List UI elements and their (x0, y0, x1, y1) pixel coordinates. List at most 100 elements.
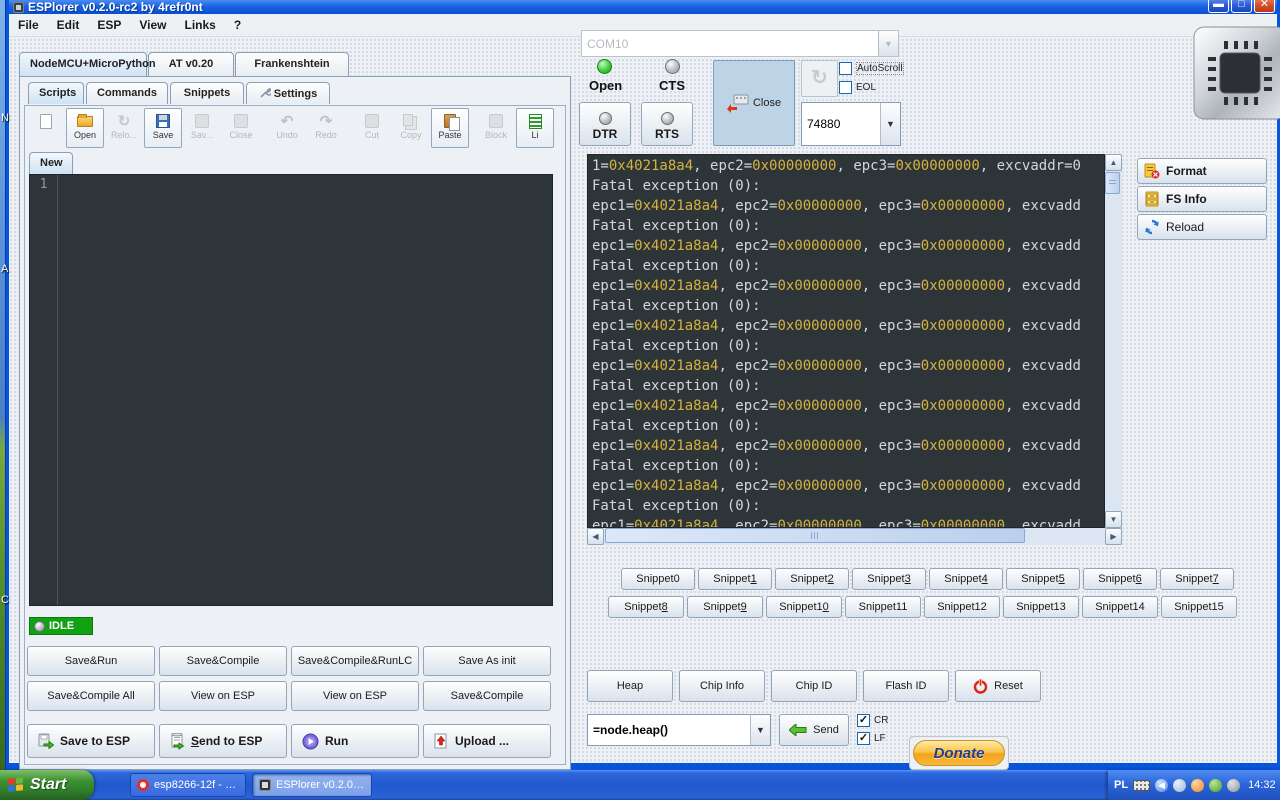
toolbar-paste-button[interactable]: Paste (431, 108, 469, 148)
scroll-right-icon[interactable]: ▶ (1105, 528, 1122, 545)
eol-option[interactable]: EOL (839, 81, 876, 94)
snippet-button-snippet7[interactable]: Snippet7 (1160, 568, 1234, 590)
main-tab-frankenshtein[interactable]: Frankenshtein (235, 52, 349, 76)
cr-checkbox[interactable]: ✓ (857, 714, 870, 727)
toolbar-close-file-button[interactable]: Close (222, 108, 260, 148)
tray-update-icon[interactable] (1191, 779, 1204, 792)
tray-antivirus-icon[interactable] (1209, 779, 1222, 792)
sub-tab-commands[interactable]: Commands (86, 82, 168, 104)
action-view-on-esp[interactable]: View on ESP (159, 681, 287, 711)
menu-esp[interactable]: ESP (88, 14, 130, 32)
fs-info-button[interactable]: FS Info (1137, 186, 1267, 212)
action-save-as-init[interactable]: Save As init (423, 646, 551, 676)
serial-terminal[interactable]: 1=0x4021a8a4, epc2=0x00000000, epc3=0x00… (587, 154, 1105, 528)
snippet-button-snippet11[interactable]: Snippet11 (845, 596, 921, 618)
keyboard-layout-icon[interactable] (1133, 780, 1150, 791)
code-editor[interactable]: 1 (29, 174, 553, 606)
menu-links[interactable]: Links (176, 14, 225, 32)
main-tab-nodemcu-micropython[interactable]: NodeMCU+MicroPython (19, 52, 147, 76)
terminal-hscrollbar[interactable]: ◀ ▶ (587, 528, 1122, 545)
scroll-up-icon[interactable]: ▲ (1105, 154, 1122, 171)
tray-collapse-icon[interactable]: ◀ (1155, 779, 1168, 792)
snippet-button-snippet13[interactable]: Snippet13 (1003, 596, 1079, 618)
chip-info-button[interactable]: Chip Info (679, 670, 765, 702)
snippet-button-snippet4[interactable]: Snippet4 (929, 568, 1003, 590)
action-view-on-esp[interactable]: View on ESP (291, 681, 419, 711)
editor-tab-new[interactable]: New (29, 152, 73, 174)
flash-id-button[interactable]: Flash ID (863, 670, 949, 702)
action-save-compile-runlc[interactable]: Save&Compile&RunLC (291, 646, 419, 676)
send-to-esp-button[interactable]: Send to ESP (159, 724, 287, 758)
serial-close-button[interactable]: Close (713, 60, 795, 146)
reset-button[interactable]: Reset (955, 670, 1041, 702)
action-save-compile[interactable]: Save&Compile (423, 681, 551, 711)
tray-network-icon[interactable] (1173, 779, 1186, 792)
snippet-button-snippet5[interactable]: Snippet5 (1006, 568, 1080, 590)
lf-checkbox[interactable]: ✓ (857, 732, 870, 745)
toolbar-new-file-button[interactable] (27, 108, 65, 148)
toolbar-save-button[interactable]: Save (144, 108, 182, 148)
save-to-esp-button[interactable]: Save to ESP (27, 724, 155, 758)
toolbar-lines-button[interactable]: Li (516, 108, 554, 148)
snippet-button-snippet3[interactable]: Snippet3 (852, 568, 926, 590)
sub-tab-snippets[interactable]: Snippets (170, 82, 244, 104)
toolbar-undo-button[interactable]: ↶Undo (268, 108, 306, 148)
scroll-down-icon[interactable]: ▼ (1105, 511, 1122, 528)
title-bar[interactable]: ESPlorer v0.2.0-rc2 by 4refr0nt ▬ □ ✕ (9, 0, 1277, 14)
toolbar-block-button[interactable]: Block (477, 108, 515, 148)
upload-button[interactable]: Upload ... (423, 724, 551, 758)
snippet-button-snippet2[interactable]: Snippet2 (775, 568, 849, 590)
chip-id-button[interactable]: Chip ID (771, 670, 857, 702)
toolbar-reload-button[interactable]: ↻Relo... (105, 108, 143, 148)
vscroll-thumb[interactable] (1105, 172, 1120, 194)
donate-button[interactable]: Donate (909, 736, 1009, 770)
snippet-button-snippet0[interactable]: Snippet0 (621, 568, 695, 590)
snippet-button-snippet1[interactable]: Snippet1 (698, 568, 772, 590)
toolbar-cut-button[interactable]: Cut (353, 108, 391, 148)
rts-button[interactable]: RTS (641, 102, 693, 146)
heap-button[interactable]: Heap (587, 670, 673, 702)
scroll-left-icon[interactable]: ◀ (587, 528, 604, 545)
command-input[interactable]: =node.heap() ▼ (587, 714, 771, 746)
taskbar-task-esplorer[interactable]: ESPlorer v0.2.0-rc2 b... (252, 773, 372, 797)
refresh-ports-button[interactable]: ↻ (801, 60, 838, 97)
run-button[interactable]: Run (291, 724, 419, 758)
start-button[interactable]: Start (0, 770, 94, 800)
tray-volume-icon[interactable] (1227, 779, 1240, 792)
menu-edit[interactable]: Edit (48, 14, 89, 32)
sub-tab-scripts[interactable]: Scripts (28, 82, 84, 104)
main-tab-at-v0-20[interactable]: AT v0.20 (148, 52, 234, 76)
snippet-button-snippet8[interactable]: Snippet8 (608, 596, 684, 618)
maximize-button[interactable]: □ (1231, 0, 1252, 13)
minimize-button[interactable]: ▬ (1208, 0, 1229, 13)
taskbar-task-browser[interactable]: esp8266-12f - brak k... (130, 773, 246, 797)
action-save-compile-all[interactable]: Save&Compile All (27, 681, 155, 711)
hscroll-thumb[interactable] (605, 528, 1025, 543)
baud-rate-select[interactable]: 74880 ▼ (801, 102, 901, 146)
terminal-vscrollbar[interactable]: ▲ ▼ (1105, 154, 1122, 528)
toolbar-copy-button[interactable]: Copy (392, 108, 430, 148)
snippet-button-snippet6[interactable]: Snippet6 (1083, 568, 1157, 590)
menu-file[interactable]: File (9, 14, 48, 32)
lf-option[interactable]: ✓ LF (857, 732, 886, 745)
cr-option[interactable]: ✓ CR (857, 714, 888, 727)
send-button[interactable]: Send (779, 714, 849, 746)
toolbar-open-folder-button[interactable]: Open (66, 108, 104, 148)
snippet-button-snippet12[interactable]: Snippet12 (924, 596, 1000, 618)
toolbar-redo-button[interactable]: ↷Redo (307, 108, 345, 148)
autoscroll-checkbox[interactable] (839, 62, 852, 75)
sub-tab-settings[interactable]: Settings (246, 82, 330, 104)
snippet-button-snippet9[interactable]: Snippet9 (687, 596, 763, 618)
com-port-select[interactable]: COM10 ▼ (581, 30, 899, 57)
snippet-button-snippet14[interactable]: Snippet14 (1082, 596, 1158, 618)
action-save-run[interactable]: Save&Run (27, 646, 155, 676)
format-button[interactable]: Format (1137, 158, 1267, 184)
snippet-button-snippet10[interactable]: Snippet10 (766, 596, 842, 618)
reload-button[interactable]: Reload (1137, 214, 1267, 240)
dtr-button[interactable]: DTR (579, 102, 631, 146)
autoscroll-option[interactable]: AutoScroll (839, 62, 904, 75)
eol-checkbox[interactable] (839, 81, 852, 94)
snippet-button-snippet15[interactable]: Snippet15 (1161, 596, 1237, 618)
menu-view[interactable]: View (130, 14, 175, 32)
action-save-compile[interactable]: Save&Compile (159, 646, 287, 676)
